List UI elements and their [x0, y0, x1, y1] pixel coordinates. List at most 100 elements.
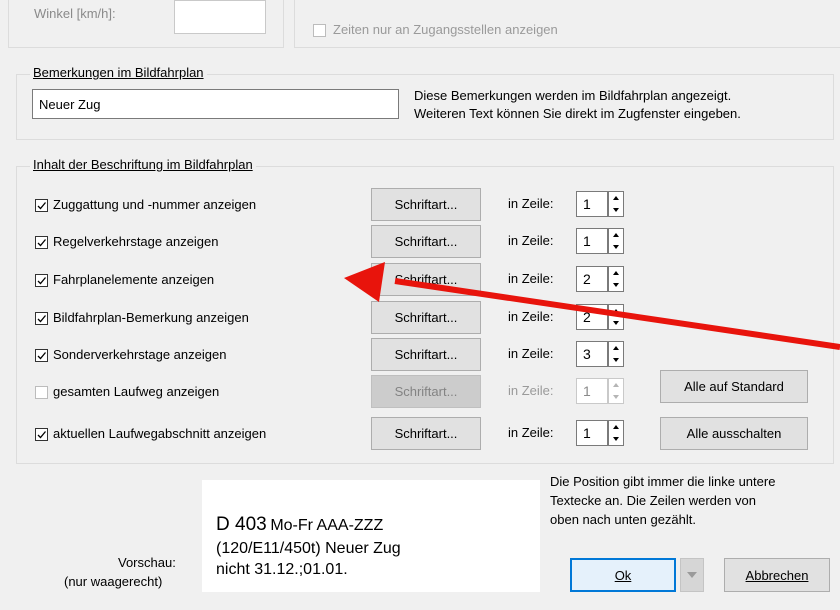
- spin-down-icon[interactable]: [609, 355, 623, 365]
- all-standard-button-label: Alle auf Standard: [684, 379, 784, 394]
- all-off-button-label: Alle ausschalten: [686, 426, 782, 441]
- zeiten-label: Zeiten nur an Zugangsstellen anzeigen: [333, 22, 558, 37]
- row-line-value: 1: [583, 196, 591, 212]
- preview-line3: nicht 31.12.;01.01.: [216, 561, 348, 578]
- font-button[interactable]: Schriftart...: [371, 375, 481, 408]
- ok-button-label: Ok: [614, 567, 632, 583]
- row-label: Fahrplanelemente anzeigen: [53, 272, 215, 287]
- checkmark-icon: [37, 431, 46, 439]
- row-checkbox[interactable]: [35, 274, 48, 287]
- row-label: aktuellen Laufwegabschnitt anzeigen: [53, 426, 267, 441]
- row-line-value: 1: [583, 383, 591, 399]
- checkmark-icon: [37, 315, 46, 323]
- ok-button[interactable]: Ok: [570, 558, 676, 592]
- row-line-input[interactable]: 1: [576, 191, 608, 217]
- checkmark-icon: [37, 239, 46, 247]
- font-button-label: Schriftart...: [394, 272, 458, 287]
- row-line-spinner[interactable]: [608, 341, 624, 367]
- row-line-spinner[interactable]: [608, 304, 624, 330]
- preview-label-line1: Vorschau:: [118, 555, 176, 570]
- row-line-input[interactable]: 1: [576, 420, 608, 446]
- row-checkbox[interactable]: [35, 386, 48, 399]
- row-checkbox[interactable]: [35, 312, 48, 325]
- cancel-button[interactable]: Abbrechen: [724, 558, 830, 592]
- row-line-label: in Zeile:: [508, 383, 554, 398]
- content-group-label: Inhalt der Beschriftung im Bildfahrplan: [30, 157, 256, 172]
- spin-down-icon[interactable]: [609, 434, 623, 444]
- spin-down-icon[interactable]: [609, 242, 623, 252]
- font-button-label: Schriftart...: [394, 347, 458, 362]
- row-checkbox[interactable]: [35, 428, 48, 441]
- font-button[interactable]: Schriftart...: [371, 225, 481, 258]
- row-label: Regelverkehrstage anzeigen: [53, 234, 219, 249]
- row-line-value: 3: [583, 346, 591, 362]
- info-line2: Textecke an. Die Zeilen werden von: [550, 493, 756, 508]
- row-line-input[interactable]: 2: [576, 304, 608, 330]
- font-button[interactable]: Schriftart...: [371, 301, 481, 334]
- spin-up-icon[interactable]: [609, 380, 623, 390]
- font-button[interactable]: Schriftart...: [371, 338, 481, 371]
- row-line-input[interactable]: 1: [576, 378, 608, 404]
- font-button[interactable]: Schriftart...: [371, 188, 481, 221]
- checkmark-icon: [37, 202, 46, 210]
- font-button[interactable]: Schriftart...: [371, 263, 481, 296]
- spin-up-icon[interactable]: [609, 422, 623, 432]
- checkmark-icon: [37, 277, 46, 285]
- row-label: gesamten Laufweg anzeigen: [53, 384, 220, 399]
- spin-down-icon[interactable]: [609, 280, 623, 290]
- font-button-label: Schriftart...: [394, 310, 458, 325]
- row-line-value: 2: [583, 309, 591, 325]
- spin-up-icon[interactable]: [609, 230, 623, 240]
- row-line-value: 2: [583, 271, 591, 287]
- row-line-label: in Zeile:: [508, 271, 554, 286]
- chevron-down-icon: [687, 572, 697, 578]
- checkmark-icon: [37, 352, 46, 360]
- spin-up-icon[interactable]: [609, 268, 623, 278]
- remarks-hint-line2: Weiteren Text können Sie direkt im Zugfe…: [414, 106, 741, 121]
- cancel-button-label: Abbrechen: [745, 567, 809, 583]
- zeiten-checkbox[interactable]: [313, 24, 326, 37]
- row-line-spinner[interactable]: [608, 420, 624, 446]
- row-label: Sonderverkehrstage anzeigen: [53, 347, 227, 362]
- info-line3: oben nach unten gezählt.: [550, 512, 697, 527]
- spin-up-icon[interactable]: [609, 306, 623, 316]
- row-line-input[interactable]: 3: [576, 341, 608, 367]
- preview-line1: D 403 Mo-Fr AAA-ZZZ: [216, 514, 383, 536]
- row-checkbox[interactable]: [35, 349, 48, 362]
- font-button-label: Schriftart...: [394, 384, 458, 399]
- row-line-input[interactable]: 1: [576, 228, 608, 254]
- spin-down-icon[interactable]: [609, 318, 623, 328]
- spin-up-icon[interactable]: [609, 193, 623, 203]
- row-line-label: in Zeile:: [508, 346, 554, 361]
- row-line-label: in Zeile:: [508, 309, 554, 324]
- row-checkbox[interactable]: [35, 236, 48, 249]
- row-line-spinner[interactable]: [608, 228, 624, 254]
- remarks-input-value: Neuer Zug: [39, 97, 101, 112]
- remarks-input[interactable]: Neuer Zug: [32, 89, 399, 119]
- row-line-label: in Zeile:: [508, 196, 554, 211]
- row-line-input[interactable]: 2: [576, 266, 608, 292]
- spin-down-icon[interactable]: [609, 205, 623, 215]
- winkel-label: Winkel [km/h]:: [34, 6, 116, 21]
- ok-dropdown-button[interactable]: [680, 558, 704, 592]
- row-label: Bildfahrplan-Bemerkung anzeigen: [53, 310, 249, 325]
- preview-area: D 403 Mo-Fr AAA-ZZZ (120/E11/450t) Neuer…: [202, 480, 540, 592]
- row-line-spinner[interactable]: [608, 378, 624, 404]
- font-button-label: Schriftart...: [394, 426, 458, 441]
- spin-down-icon[interactable]: [609, 392, 623, 402]
- all-off-button[interactable]: Alle ausschalten: [660, 417, 808, 450]
- row-line-label: in Zeile:: [508, 233, 554, 248]
- row-checkbox[interactable]: [35, 199, 48, 212]
- preview-days-route: Mo-Fr AAA-ZZZ: [270, 517, 384, 534]
- preview-train-number: D 403: [216, 514, 267, 535]
- row-line-spinner[interactable]: [608, 191, 624, 217]
- all-standard-button[interactable]: Alle auf Standard: [660, 370, 808, 403]
- row-line-value: 1: [583, 233, 591, 249]
- winkel-input[interactable]: [174, 0, 266, 34]
- row-line-spinner[interactable]: [608, 266, 624, 292]
- font-button[interactable]: Schriftart...: [371, 417, 481, 450]
- row-line-value: 1: [583, 425, 591, 441]
- spin-up-icon[interactable]: [609, 343, 623, 353]
- row-label: Zuggattung und -nummer anzeigen: [53, 197, 257, 212]
- remarks-group-label: Bemerkungen im Bildfahrplan: [30, 65, 207, 80]
